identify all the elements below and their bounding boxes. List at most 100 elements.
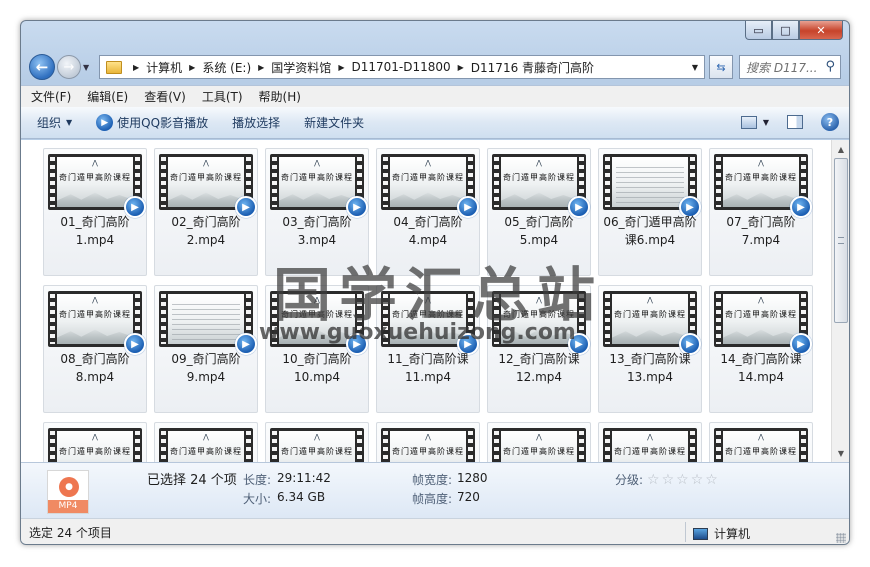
slide-title: 奇门遁甲高阶课程 — [59, 310, 131, 319]
course-logo-icon: ⋀ — [425, 433, 431, 441]
help-icon[interactable]: ? — [821, 113, 839, 131]
mountain-graphic — [723, 329, 799, 344]
video-file-tile[interactable]: ▶ 09_奇门高阶 9.mp4 — [154, 285, 258, 413]
course-logo-icon: ⋀ — [758, 296, 764, 304]
address-bar[interactable]: ▶ 计算机 ▶ 系统 (E:) ▶ 国学资料馆 ▶ D11701-D11800 ▶ D1… — [99, 55, 705, 79]
film-strip — [357, 431, 362, 462]
breadcrumb-library[interactable]: 国学资料馆 ▶ — [271, 59, 351, 76]
breadcrumb-separator[interactable]: ▶ — [126, 63, 146, 72]
video-file-tile[interactable]: ⋀ 奇门遁甲高阶课程 ▶ 10_奇门高阶 10.mp4 — [265, 285, 369, 413]
film-strip — [494, 431, 499, 462]
breadcrumb-current[interactable]: D11716 青藤奇门高阶 — [471, 59, 594, 76]
refresh-button[interactable]: ⇆ — [709, 55, 733, 79]
video-file-tile[interactable]: ⋀ 奇门遁甲高阶课程 ▶ 14_奇门高阶课 14.mp4 — [709, 285, 813, 413]
video-file-tile[interactable]: ⋀ 奇门遁甲高阶课程 ▶ 12_奇门高阶课 12.mp4 — [487, 285, 591, 413]
video-file-tile[interactable]: ▶ 06_奇门遁甲高阶 课6.mp4 — [598, 148, 702, 276]
selection-count: 已选择 24 个项 — [147, 473, 237, 488]
file-name: 03_奇门高阶 3.mp4 — [282, 215, 352, 247]
recent-pages-dropdown[interactable]: ▼ — [83, 63, 95, 72]
star-icon[interactable]: ☆ — [691, 472, 704, 488]
mountain-graphic — [501, 192, 577, 207]
course-logo-icon: ⋀ — [536, 296, 542, 304]
address-dropdown-icon[interactable]: ▼ — [692, 63, 698, 72]
video-frame: ⋀ 奇门遁甲高阶课程 — [723, 294, 799, 344]
view-options-dropdown[interactable]: ▼ — [763, 118, 769, 127]
length-value: 29:11:42 — [277, 471, 331, 485]
maximize-button[interactable]: □ — [772, 21, 799, 40]
video-file-tile[interactable]: ⋀奇门遁甲高阶课程▶ — [265, 422, 369, 462]
breadcrumb-range[interactable]: D11701-D11800 ▶ — [351, 60, 470, 74]
video-frame: ⋀ 奇门遁甲高阶课程 — [57, 294, 133, 344]
star-icon[interactable]: ☆ — [662, 472, 675, 488]
course-logo-icon: ⋀ — [647, 296, 653, 304]
breadcrumb-computer[interactable]: 计算机 ▶ — [146, 59, 202, 76]
breadcrumb-drive[interactable]: 系统 (E:) ▶ — [202, 59, 271, 76]
minimize-button[interactable]: ▭ — [745, 21, 772, 40]
video-file-tile[interactable]: ⋀奇门遁甲高阶课程▶ — [376, 422, 480, 462]
new-folder-button[interactable]: 新建文件夹 — [304, 114, 364, 131]
rating-key: 分级: — [615, 473, 644, 487]
scroll-thumb[interactable] — [834, 158, 848, 323]
video-frame: ⋀ 奇门遁甲高阶课程 — [57, 431, 133, 462]
video-file-tile[interactable]: ⋀奇门遁甲高阶课程▶ — [154, 422, 258, 462]
film-strip — [716, 431, 721, 462]
video-file-tile[interactable]: ⋀ 奇门遁甲高阶课程 ▶ 07_奇门高阶 7.mp4 — [709, 148, 813, 276]
video-file-tile[interactable]: ⋀ 奇门遁甲高阶课程 ▶ 13_奇门高阶课 13.mp4 — [598, 285, 702, 413]
menu-file[interactable]: 文件(F) — [31, 88, 71, 105]
command-bar: 组织 ▼ ▶ 使用QQ影音播放 播放选择 新建文件夹 ▼ ? — [21, 107, 849, 139]
search-input[interactable]: 搜索 D117... ⚲ — [739, 55, 841, 79]
length-key: 长度: — [243, 473, 272, 487]
scroll-down-icon[interactable]: ▼ — [834, 446, 848, 460]
back-button[interactable]: ← — [29, 54, 55, 80]
video-file-tile[interactable]: ⋀奇门遁甲高阶课程▶ — [598, 422, 702, 462]
film-strip — [383, 431, 388, 462]
video-thumbnail: ⋀奇门遁甲高阶课程▶ — [492, 291, 590, 355]
file-name: 05_奇门高阶 5.mp4 — [504, 215, 574, 247]
star-icon[interactable]: ☆ — [705, 472, 718, 488]
star-icon[interactable]: ☆ — [676, 472, 689, 488]
vertical-scrollbar[interactable]: ▲ ▼ — [831, 140, 849, 462]
course-logo-icon: ⋀ — [314, 159, 320, 167]
slide-title: 奇门遁甲高阶课程 — [503, 173, 575, 182]
video-thumbnail: ⋀奇门遁甲高阶课程▶ — [48, 291, 146, 355]
close-button[interactable]: ✕ — [799, 21, 843, 40]
star-icon[interactable]: ☆ — [647, 472, 660, 488]
change-view-icon[interactable] — [740, 115, 757, 129]
video-file-tile[interactable]: ⋀ 奇门遁甲高阶课程 ▶ 11_奇门高阶课 11.mp4 — [376, 285, 480, 413]
play-selected-button[interactable]: 播放选择 — [232, 114, 280, 131]
video-file-tile[interactable]: ⋀ 奇门遁甲高阶课程 ▶ 03_奇门高阶 3.mp4 — [265, 148, 369, 276]
mountain-graphic — [390, 329, 466, 344]
video-file-tile[interactable]: ⋀奇门遁甲高阶课程▶ — [487, 422, 591, 462]
video-frame: ⋀ 奇门遁甲高阶课程 — [168, 157, 244, 207]
menu-edit[interactable]: 编辑(E) — [87, 88, 128, 105]
play-with-qq-button[interactable]: ▶ 使用QQ影音播放 — [96, 114, 208, 131]
computer-icon — [693, 527, 708, 540]
menu-tools[interactable]: 工具(T) — [202, 88, 243, 105]
course-logo-icon: ⋀ — [536, 159, 542, 167]
rating-stars[interactable]: ☆ ☆ ☆ ☆ ☆ — [647, 472, 720, 488]
video-file-tile[interactable]: ⋀ 奇门遁甲高阶课程 ▶ 01_奇门高阶 1.mp4 — [43, 148, 147, 276]
slide-title: 奇门遁甲高阶课程 — [392, 173, 464, 182]
slide-title: 奇门遁甲高阶课程 — [725, 447, 797, 456]
film-strip — [605, 431, 610, 462]
scroll-up-icon[interactable]: ▲ — [834, 142, 848, 156]
video-file-tile[interactable]: ⋀ 奇门遁甲高阶课程 ▶ 02_奇门高阶 2.mp4 — [154, 148, 258, 276]
video-file-tile[interactable]: ⋀奇门遁甲高阶课程▶ — [43, 422, 147, 462]
video-thumbnail: ⋀奇门遁甲高阶课程▶ — [270, 154, 368, 218]
preview-pane-icon[interactable] — [787, 115, 803, 129]
video-file-tile[interactable]: ⋀奇门遁甲高阶课程▶ — [709, 422, 813, 462]
resize-grip-icon[interactable] — [836, 533, 846, 543]
menu-view[interactable]: 查看(V) — [144, 88, 186, 105]
menu-help[interactable]: 帮助(H) — [259, 88, 301, 105]
course-logo-icon: ⋀ — [425, 159, 431, 167]
organize-button[interactable]: 组织 ▼ — [37, 114, 72, 131]
video-frame — [612, 157, 688, 207]
video-file-tile[interactable]: ⋀ 奇门遁甲高阶课程 ▶ 04_奇门高阶 4.mp4 — [376, 148, 480, 276]
video-file-tile[interactable]: ⋀ 奇门遁甲高阶课程 ▶ 08_奇门高阶 8.mp4 — [43, 285, 147, 413]
video-thumbnail: ⋀奇门遁甲高阶课程▶ — [603, 291, 701, 355]
chevron-right-icon: ▶ — [133, 62, 140, 72]
video-file-tile[interactable]: ⋀ 奇门遁甲高阶课程 ▶ 05_奇门高阶 5.mp4 — [487, 148, 591, 276]
film-strip — [135, 431, 140, 462]
search-icon[interactable]: ⚲ — [825, 59, 835, 74]
forward-button[interactable]: → — [57, 55, 81, 79]
